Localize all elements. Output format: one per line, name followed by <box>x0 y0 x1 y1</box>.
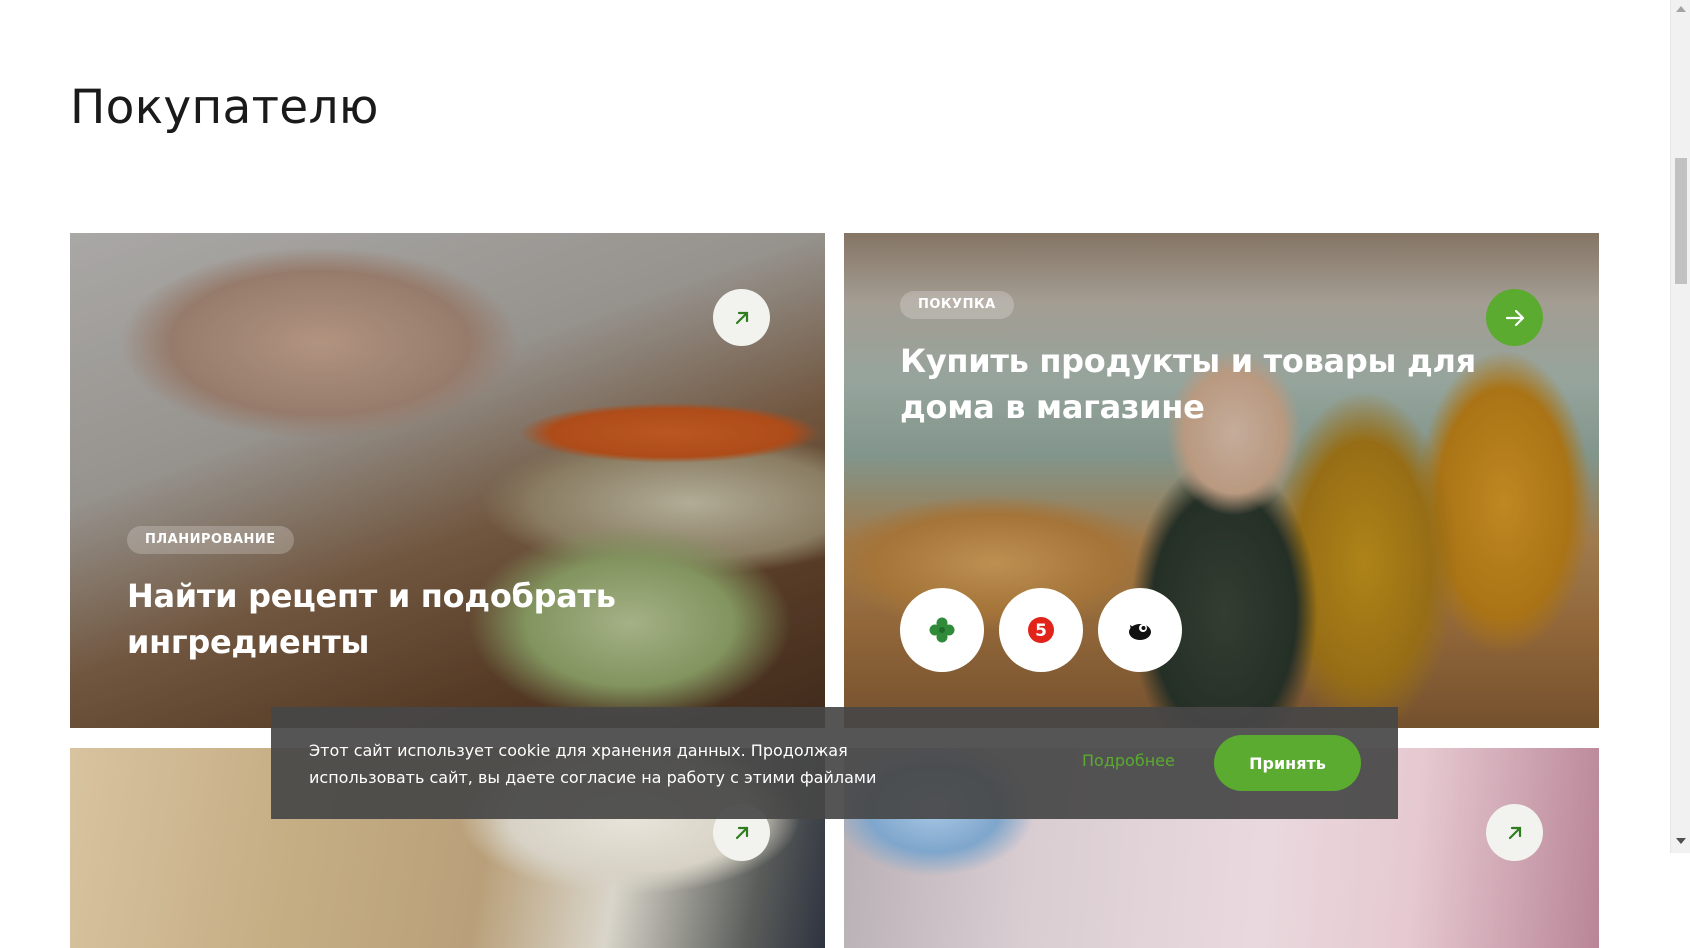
store-clover-button[interactable] <box>900 588 984 672</box>
card-shopping[interactable]: ПОКУПКА Купить продукты и товары для дом… <box>844 233 1599 728</box>
card-shopping-title: Купить продукты и товары для дома в мага… <box>900 338 1520 430</box>
cookie-text: Этот сайт использует cookie для хранения… <box>309 737 909 791</box>
card-recipe-title-line1: Найти рецепт и подобрать <box>127 577 616 615</box>
clover-logo-icon <box>929 617 955 643</box>
cookie-text-line2: использовать сайт, вы даете согласие на … <box>309 768 877 787</box>
card-recipe-title: Найти рецепт и подобрать ингредиенты <box>127 573 727 665</box>
cookie-text-line1: Этот сайт использует cookie для хранения… <box>309 741 848 760</box>
card-recipe-tag: ПЛАНИРОВАНИЕ <box>127 526 294 554</box>
card-shopping-title-line1: Купить продукты и товары для <box>900 342 1476 380</box>
svg-text:5: 5 <box>1035 621 1047 641</box>
scroll-down-arrow-icon[interactable] <box>1676 838 1686 844</box>
cookie-more-link[interactable]: Подробнее <box>1082 751 1175 770</box>
store-pyaterochka-button[interactable]: 5 <box>999 588 1083 672</box>
cookie-accept-button[interactable]: Принять <box>1214 735 1361 791</box>
cookie-banner: Этот сайт использует cookie для хранения… <box>271 707 1398 819</box>
card-recipe-title-line2: ингредиенты <box>127 623 370 661</box>
scrollbar[interactable] <box>1670 0 1690 853</box>
card-shopping-title-line2: дома в магазине <box>900 388 1205 426</box>
pyaterochka-logo-icon: 5 <box>1028 617 1054 643</box>
arrow-up-right-icon[interactable] <box>1486 804 1543 861</box>
store-bird-button[interactable] <box>1098 588 1182 672</box>
arrow-up-right-icon[interactable] <box>713 289 770 346</box>
scroll-thumb[interactable] <box>1675 158 1687 284</box>
scroll-up-arrow-icon[interactable] <box>1676 6 1686 12</box>
card-recipe[interactable]: ПЛАНИРОВАНИЕ Найти рецепт и подобрать ин… <box>70 233 825 728</box>
card-shopping-tag: ПОКУПКА <box>900 291 1014 319</box>
bird-logo-icon <box>1129 624 1151 640</box>
page-title: Покупателю <box>70 80 379 135</box>
